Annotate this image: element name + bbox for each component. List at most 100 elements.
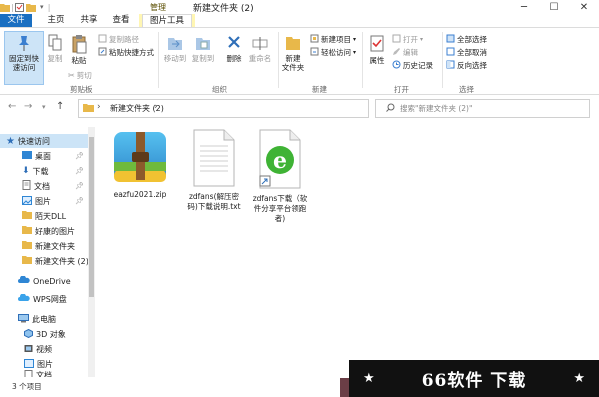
nav-this-pc[interactable]: 此电脑	[0, 312, 88, 326]
search-box[interactable]	[375, 99, 590, 118]
nav-quick-access[interactable]: ★ 快速访问	[0, 134, 88, 148]
nav-item-folder[interactable]: 好康的图片	[0, 224, 88, 238]
invert-selection-button[interactable]: 反向选择	[446, 60, 487, 71]
window-title: 新建文件夹 (2)	[193, 4, 254, 14]
back-arrow-icon[interactable]: ←	[8, 101, 16, 112]
scissors-icon: ✂	[68, 71, 75, 80]
nav-item-pictures[interactable]: 图片 📌︎	[0, 194, 88, 208]
select-none-button[interactable]: 全部取消	[446, 47, 487, 58]
nav-item-label: 好康的图片	[35, 226, 75, 236]
star-icon: ★	[6, 135, 15, 147]
nav-wps[interactable]: WPS网盘	[0, 292, 88, 306]
new-folder-button[interactable]: 新建 文件夹	[280, 34, 306, 72]
properties-qat-icon[interactable]	[15, 2, 25, 12]
divider	[442, 32, 443, 88]
breadcrumb-chevron-icon[interactable]: ›	[154, 102, 158, 112]
select-all-icon	[446, 34, 455, 45]
edit-button[interactable]: 编辑	[392, 47, 418, 58]
cloud-icon	[18, 275, 30, 286]
text-file-icon	[191, 128, 237, 188]
nav-item-documents[interactable]: 文档 📌︎	[0, 179, 88, 193]
nav-item-label: 图片	[37, 359, 53, 369]
document-icon	[24, 370, 33, 377]
file-item[interactable]: e zdfans下载（软 件分享平台领跑 者)	[244, 128, 316, 224]
nav-item-folder[interactable]: 陌天DLL	[0, 209, 88, 223]
edit-label: 编辑	[403, 48, 418, 57]
divider: |	[47, 2, 51, 12]
history-button[interactable]: 历史记录	[392, 60, 433, 71]
nav-item-label: 图片	[35, 196, 51, 206]
select-all-button[interactable]: 全部选择	[446, 34, 487, 45]
history-icon	[392, 60, 401, 71]
tab-file[interactable]: 文件	[0, 14, 32, 27]
copy-label: 复制	[47, 54, 63, 63]
file-item[interactable]: zdfans(解压密 码)下载说明.txt	[178, 128, 250, 212]
easy-access-button[interactable]: 轻松访问 ▾	[310, 47, 356, 58]
pin-quick-access-button[interactable]: 固定到快 速访问	[4, 34, 44, 72]
nav-item-label: 新建文件夹	[35, 241, 75, 251]
close-button[interactable]: ✕	[569, 0, 599, 14]
rename-button[interactable]: 重命名	[246, 34, 274, 63]
new-item-icon	[310, 34, 319, 45]
open-button[interactable]: 打开 ▾	[392, 34, 423, 45]
cloud-icon	[18, 293, 30, 304]
properties-label: 属性	[369, 56, 385, 65]
easy-access-label: 轻松访问	[321, 48, 351, 57]
chevron-down-icon[interactable]: ▾	[37, 2, 47, 12]
desktop-icon	[22, 151, 32, 161]
search-icon	[386, 103, 395, 115]
address-bar[interactable]: › 新建文件夹 (2) ›	[78, 99, 369, 118]
move-to-button[interactable]: 移动到	[162, 34, 188, 63]
breadcrumb-chevron-icon[interactable]: ›	[97, 102, 101, 112]
search-input[interactable]	[400, 101, 580, 115]
nav-onedrive[interactable]: OneDrive	[0, 274, 88, 288]
maximize-button[interactable]: ☐	[539, 0, 569, 14]
paste-shortcut-button[interactable]: 粘贴快捷方式	[98, 47, 154, 58]
up-arrow-icon[interactable]: ↑	[56, 101, 64, 112]
nav-pc-item[interactable]: 图片	[0, 357, 88, 371]
nav-scrollbar-thumb[interactable]	[89, 137, 94, 297]
context-tab-label: 管理	[150, 3, 166, 12]
properties-button[interactable]: 属性	[366, 34, 388, 65]
new-group-label: 新建	[312, 85, 327, 94]
copy-path-label: 复制路径	[109, 35, 139, 44]
nav-pc-item[interactable]: 视频	[0, 342, 88, 356]
tab-home[interactable]: 主页	[45, 14, 67, 27]
forward-arrow-icon[interactable]: →	[24, 101, 32, 112]
pin-quick-access-label: 固定到快 速访问	[9, 54, 39, 72]
copy-path-button[interactable]: 复制路径	[98, 34, 139, 45]
cut-button[interactable]: ✂ 剪切	[68, 70, 92, 81]
chevron-down-icon[interactable]: ▾	[42, 103, 46, 111]
svg-text:e: e	[273, 148, 287, 174]
rename-label: 重命名	[248, 54, 272, 63]
tab-share[interactable]: 共享	[78, 14, 100, 27]
quick-access-toolbar: | ▾ |	[0, 1, 50, 13]
navigation-bar: ← → ▾ ↑ › 新建文件夹 (2) ›	[0, 96, 599, 120]
copy-to-button[interactable]: 复制到	[190, 34, 216, 63]
nav-item-folder[interactable]: 新建文件夹 (2)	[0, 254, 89, 268]
nav-pc-item[interactable]: 3D 对象	[0, 327, 88, 341]
minimize-button[interactable]: ─	[509, 0, 539, 14]
rename-icon	[251, 34, 269, 52]
chevron-down-icon: ▾	[420, 36, 424, 43]
nav-item-folder[interactable]: 新建文件夹	[0, 239, 88, 253]
easy-access-icon	[310, 47, 319, 58]
paste-button[interactable]: 粘贴	[68, 34, 90, 65]
new-folder-qat-icon[interactable]	[25, 2, 36, 12]
delete-button[interactable]: 删除	[222, 34, 246, 63]
chevron-down-icon: ▾	[353, 36, 357, 43]
file-item[interactable]: eazfu2021.zip	[104, 128, 176, 200]
winrar-archive-icon	[111, 128, 169, 186]
select-none-label: 全部取消	[457, 48, 487, 57]
new-item-button[interactable]: 新建项目 ▾	[310, 34, 356, 45]
copy-button[interactable]: 复制	[44, 34, 66, 63]
nav-item-downloads[interactable]: ⬇ 下载 📌︎	[0, 164, 88, 178]
history-label: 历史记录	[403, 61, 433, 70]
copy-path-icon	[98, 34, 107, 45]
nav-pc-item[interactable]: 文档	[0, 370, 88, 377]
paste-label: 粘贴	[71, 56, 87, 65]
tab-view[interactable]: 查看	[110, 14, 132, 27]
new-folder-icon	[284, 34, 302, 52]
nav-item-desktop[interactable]: 桌面 📌︎	[0, 149, 88, 163]
tab-picture-tools[interactable]: 图片工具	[142, 14, 192, 28]
